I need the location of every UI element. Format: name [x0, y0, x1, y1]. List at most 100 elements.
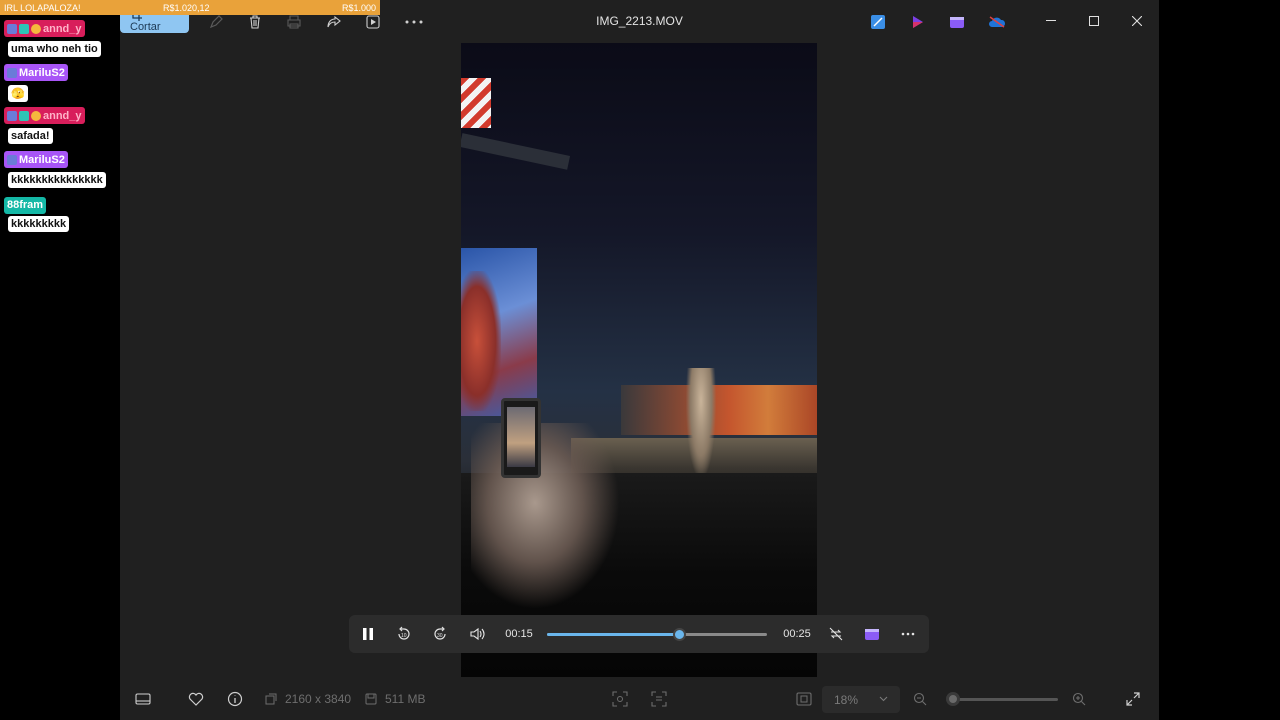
- phone-screen: [507, 407, 535, 467]
- zoom-in-icon: [1072, 692, 1086, 706]
- svg-text:30: 30: [437, 633, 443, 639]
- zoom-value: 18%: [834, 692, 859, 707]
- photo-editor-button[interactable]: [868, 8, 888, 36]
- chat-username: annd_y: [4, 20, 85, 37]
- favorite-button[interactable]: [188, 688, 204, 710]
- chat-text: 🫣: [8, 84, 28, 102]
- badge-icon: [31, 23, 41, 34]
- chat-text: uma who neh tio: [8, 40, 101, 57]
- minimize-icon: [1046, 20, 1056, 22]
- info-button[interactable]: [227, 688, 243, 710]
- right-background: [1159, 0, 1280, 720]
- fullscreen-button[interactable]: [1126, 688, 1140, 710]
- chat-overlay: IRL LOLAPALOZA! R$1.020,12 R$1.000 annd_…: [0, 0, 380, 720]
- file-size-text: 511 MB: [385, 692, 426, 706]
- chat-text: kkkkkkkkkkkkkkk: [8, 171, 106, 188]
- led-screen-figure: [461, 271, 501, 411]
- total-time: 00:25: [783, 628, 811, 640]
- badge-icon: [19, 23, 29, 34]
- onedrive-button[interactable]: [986, 8, 1008, 36]
- onedrive-icon: [988, 16, 1006, 28]
- svg-text:10: 10: [401, 633, 407, 639]
- info-icon: [227, 691, 243, 707]
- badge-icon: [7, 154, 17, 165]
- goal-title: IRL LOLAPALOZA!: [4, 2, 81, 13]
- performer: [686, 368, 716, 478]
- pause-icon: [362, 627, 374, 641]
- phone-in-crowd: [501, 398, 541, 478]
- zoom-out-icon: [913, 692, 927, 706]
- heart-icon: [188, 692, 204, 706]
- close-icon: [1132, 16, 1142, 26]
- goal-current: R$1.020,12: [163, 2, 210, 13]
- stage-flag: [461, 78, 491, 128]
- badge-icon: [31, 110, 41, 121]
- clipchamp-icon: [911, 15, 925, 29]
- minimize-button[interactable]: [1037, 9, 1065, 33]
- zoom-out-button[interactable]: [913, 688, 927, 710]
- seek-progress: [547, 633, 679, 636]
- badge-icon: [7, 67, 17, 78]
- stage-lights: [621, 385, 817, 435]
- text-scan-button[interactable]: [651, 688, 667, 710]
- goal-target: R$1.000: [341, 2, 376, 13]
- zoom-dropdown[interactable]: 18%: [822, 686, 900, 713]
- player-more-button[interactable]: [897, 624, 919, 644]
- seek-thumb[interactable]: [673, 628, 686, 641]
- chat-username: annd_y: [4, 107, 85, 124]
- chat-message: annd_y safada!: [4, 107, 85, 144]
- chevron-down-icon: [879, 696, 888, 702]
- chat-message: annd_y uma who neh tio: [4, 20, 101, 57]
- maximize-button[interactable]: [1080, 9, 1108, 33]
- chat-text: safada!: [8, 127, 53, 144]
- chat-text: kkkkkkkkk: [8, 215, 70, 232]
- goal-bar: IRL LOLAPALOZA! R$1.020,12 R$1.000: [0, 0, 380, 15]
- clipchamp-button[interactable]: [908, 8, 928, 36]
- filmstrip-icon: [135, 692, 151, 706]
- video-editor-shortcut-button[interactable]: [861, 624, 883, 644]
- volume-icon: [470, 627, 486, 641]
- volume-button[interactable]: [467, 624, 489, 644]
- maximize-icon: [1089, 16, 1099, 26]
- forward-30-button[interactable]: 30: [429, 624, 451, 644]
- file-size-info: 511 MB: [365, 688, 425, 710]
- raised-hands: [471, 423, 631, 623]
- video-editor-button[interactable]: [947, 8, 967, 36]
- video-editor-icon: [865, 627, 879, 641]
- video-editor-icon: [950, 15, 964, 29]
- chat-username: 88fram: [4, 196, 47, 214]
- badge-icon: [7, 23, 17, 34]
- resolution-info: 2160 x 3840: [265, 688, 351, 710]
- zoom-slider[interactable]: [946, 692, 1058, 706]
- playback-bar: 10 30 00:15 00:25: [349, 615, 929, 653]
- badge-icon: [7, 110, 17, 121]
- visual-search-icon: [612, 691, 628, 707]
- photo-editor-icon: [871, 15, 885, 29]
- seek-slider[interactable]: [547, 628, 767, 641]
- forward-30-icon: 30: [432, 626, 448, 642]
- disk-icon: [365, 693, 377, 705]
- resolution-text: 2160 x 3840: [285, 692, 352, 706]
- chat-username: MariluS2: [4, 151, 68, 168]
- photos-app-window: Cortar IMG_2213.MOV 10 30 00:15 00:25 21…: [120, 0, 1159, 720]
- repeat-button[interactable]: [825, 624, 847, 644]
- fit-to-window-button[interactable]: [796, 688, 812, 710]
- pause-button[interactable]: [357, 624, 379, 644]
- expand-icon: [1126, 692, 1140, 706]
- repeat-off-icon: [828, 626, 844, 642]
- zoom-in-button[interactable]: [1072, 688, 1086, 710]
- visual-search-button[interactable]: [612, 688, 628, 710]
- stage-truss: [461, 133, 571, 170]
- zoom-thumb[interactable]: [946, 692, 960, 706]
- text-scan-icon: [651, 691, 667, 707]
- current-time: 00:15: [505, 628, 533, 640]
- close-button[interactable]: [1123, 9, 1151, 33]
- filmstrip-button[interactable]: [135, 688, 151, 710]
- chat-username: MariluS2: [4, 64, 68, 81]
- chat-message: 88fram kkkkkkkkk: [4, 195, 70, 232]
- resolution-icon: [265, 693, 277, 705]
- rewind-10-icon: 10: [396, 626, 412, 642]
- rewind-10-button[interactable]: 10: [393, 624, 415, 644]
- video-frame[interactable]: [461, 43, 817, 677]
- chat-message: MariluS2 kkkkkkkkkkkkkkk: [4, 151, 106, 188]
